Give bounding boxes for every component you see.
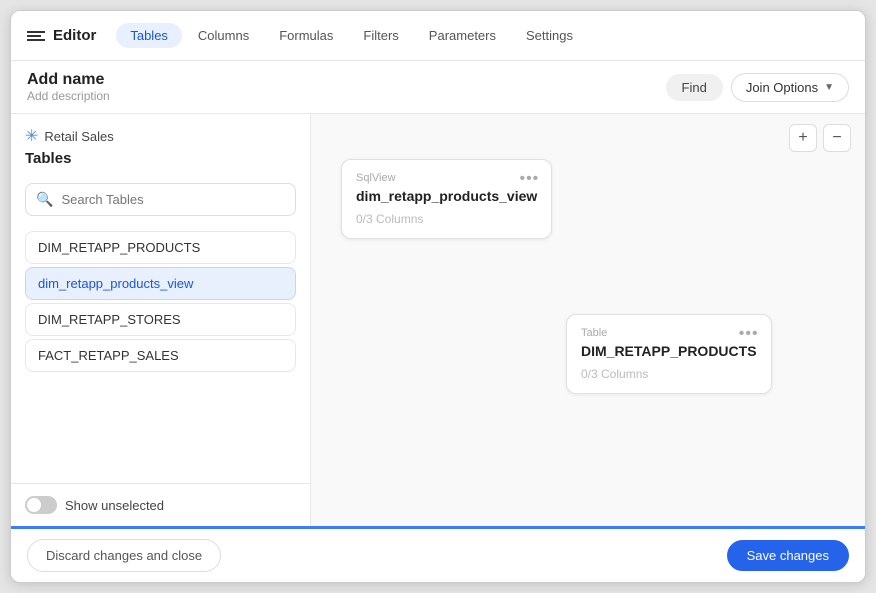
table-card-products[interactable]: Table DIM_RETAPP_PRODUCTS 0/3 Columns ••…	[566, 314, 772, 394]
remove-button[interactable]: −	[823, 124, 851, 152]
chevron-down-icon: ▼	[824, 82, 834, 93]
card-columns: 0/3 Columns	[581, 367, 757, 381]
sidebar-tables-label: Tables	[25, 150, 296, 167]
list-item[interactable]: DIM_RETAPP_STORES	[25, 303, 296, 336]
bottom-bar: Discard changes and close Save changes	[11, 526, 865, 582]
discard-button[interactable]: Discard changes and close	[27, 539, 221, 572]
tab-tables[interactable]: Tables	[116, 23, 182, 48]
add-button[interactable]: +	[789, 124, 817, 152]
page-subtitle: Add description	[27, 89, 110, 103]
save-button[interactable]: Save changes	[727, 540, 849, 571]
find-button[interactable]: Find	[666, 74, 723, 101]
snowflake-icon: ✳	[25, 126, 38, 146]
show-unselected-label: Show unselected	[65, 498, 164, 513]
show-unselected-toggle[interactable]	[25, 496, 57, 514]
brand-name: Retail Sales	[44, 129, 113, 144]
card-menu-icon[interactable]: •••	[739, 325, 759, 343]
search-icon: 🔍	[36, 191, 53, 208]
canvas-toolbar: + −	[789, 124, 851, 152]
table-card-sqlview[interactable]: SqlView dim_retapp_products_view 0/3 Col…	[341, 159, 552, 239]
page-title: Add name	[27, 71, 110, 89]
card-type: SqlView	[356, 172, 537, 184]
tab-filters[interactable]: Filters	[349, 23, 412, 48]
logo-area: Editor	[27, 27, 96, 44]
search-box: 🔍	[25, 183, 296, 216]
logo-icon	[27, 31, 45, 41]
table-list: DIM_RETAPP_PRODUCTS dim_retapp_products_…	[11, 224, 310, 483]
list-item[interactable]: DIM_RETAPP_PRODUCTS	[25, 231, 296, 264]
header-bar: Add name Add description Find Join Optio…	[11, 61, 865, 114]
main-content: ✳ Retail Sales Tables 🔍 DIM_RETAPP_PRODU…	[11, 114, 865, 526]
join-options-button[interactable]: Join Options ▼	[731, 73, 849, 102]
sidebar: ✳ Retail Sales Tables 🔍 DIM_RETAPP_PRODU…	[11, 114, 311, 526]
sidebar-brand: ✳ Retail Sales	[25, 126, 296, 146]
tab-columns[interactable]: Columns	[184, 23, 263, 48]
logo-text: Editor	[53, 27, 96, 44]
list-item[interactable]: dim_retapp_products_view	[25, 267, 296, 300]
sidebar-header: ✳ Retail Sales Tables	[11, 114, 310, 175]
search-input[interactable]	[61, 192, 285, 207]
card-name: dim_retapp_products_view	[356, 188, 537, 204]
header-right: Find Join Options ▼	[666, 73, 849, 102]
join-options-label: Join Options	[746, 80, 818, 95]
header-left: Add name Add description	[27, 71, 110, 103]
nav-tabs: Tables Columns Formulas Filters Paramete…	[116, 23, 587, 48]
card-name: DIM_RETAPP_PRODUCTS	[581, 343, 757, 359]
tab-parameters[interactable]: Parameters	[415, 23, 510, 48]
card-type: Table	[581, 327, 757, 339]
card-menu-icon[interactable]: •••	[519, 170, 539, 188]
main-window: Editor Tables Columns Formulas Filters P…	[10, 10, 866, 583]
sidebar-footer: Show unselected	[11, 483, 310, 526]
list-item[interactable]: FACT_RETAPP_SALES	[25, 339, 296, 372]
topnav: Editor Tables Columns Formulas Filters P…	[11, 11, 865, 61]
canvas: + − SqlView dim_retapp_products_view 0/3…	[311, 114, 865, 526]
tab-formulas[interactable]: Formulas	[265, 23, 347, 48]
card-columns: 0/3 Columns	[356, 212, 537, 226]
tab-settings[interactable]: Settings	[512, 23, 587, 48]
